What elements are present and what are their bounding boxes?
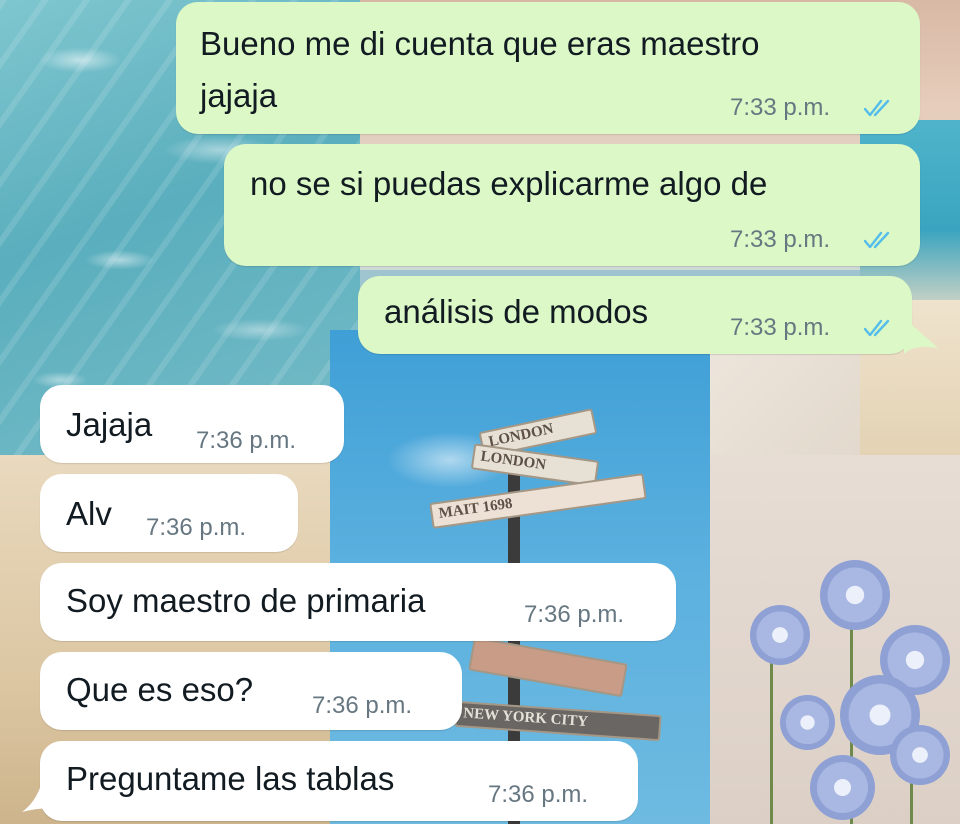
read-double-check-icon [864, 99, 890, 117]
message-bubble-incoming[interactable]: Alv 7:36 p.m. [40, 474, 298, 552]
message-timestamp: 7:36 p.m. [312, 692, 413, 719]
flower [890, 725, 950, 785]
message-text: no se si puedas explicarme algo de [250, 165, 768, 202]
message-bubble-outgoing[interactable]: Bueno me di cuenta que eras maestro jaja… [176, 2, 920, 134]
message-bubble-incoming[interactable]: Jajaja 7:36 p.m. [40, 385, 344, 463]
flower [820, 560, 890, 630]
bubble-tail [22, 782, 58, 812]
message-text: jajaja [200, 77, 278, 114]
message-text: Jajaja [66, 406, 153, 443]
message-bubble-incoming[interactable]: Soy maestro de primaria 7:36 p.m. [40, 563, 676, 641]
message-bubble-incoming[interactable]: Preguntame las tablas 7:36 p.m. [40, 741, 638, 821]
wallpaper-flowers-photo [710, 455, 960, 824]
message-timestamp: 7:36 p.m. [488, 781, 589, 808]
bubble-tail [904, 318, 938, 354]
flower [810, 755, 875, 820]
message-timestamp: 7:36 p.m. [146, 514, 247, 541]
message-timestamp: 7:33 p.m. [730, 226, 831, 253]
read-double-check-icon [864, 231, 890, 249]
flower [780, 695, 835, 750]
message-text: análisis de modos [384, 293, 649, 330]
message-timestamp: 7:36 p.m. [524, 601, 625, 628]
message-timestamp: 7:36 p.m. [196, 427, 297, 454]
message-text: Preguntame las tablas [66, 760, 395, 797]
message-bubble-outgoing[interactable]: no se si puedas explicarme algo de 7:33 … [224, 144, 920, 266]
message-text: Alv [66, 495, 112, 532]
flower [750, 605, 810, 665]
chat-screen: LONDON LONDON MAIT 1698 NEW YORK CITY Bu… [0, 0, 960, 824]
message-bubble-incoming[interactable]: Que es eso? 7:36 p.m. [40, 652, 462, 730]
message-text: Que es eso? [66, 671, 254, 708]
read-double-check-icon [864, 319, 890, 337]
message-bubble-outgoing[interactable]: análisis de modos 7:33 p.m. [358, 276, 912, 354]
message-timestamp: 7:33 p.m. [730, 94, 831, 121]
message-timestamp: 7:33 p.m. [730, 314, 831, 341]
message-text: Soy maestro de primaria [66, 582, 426, 619]
message-text: Bueno me di cuenta que eras maestro [200, 25, 760, 62]
